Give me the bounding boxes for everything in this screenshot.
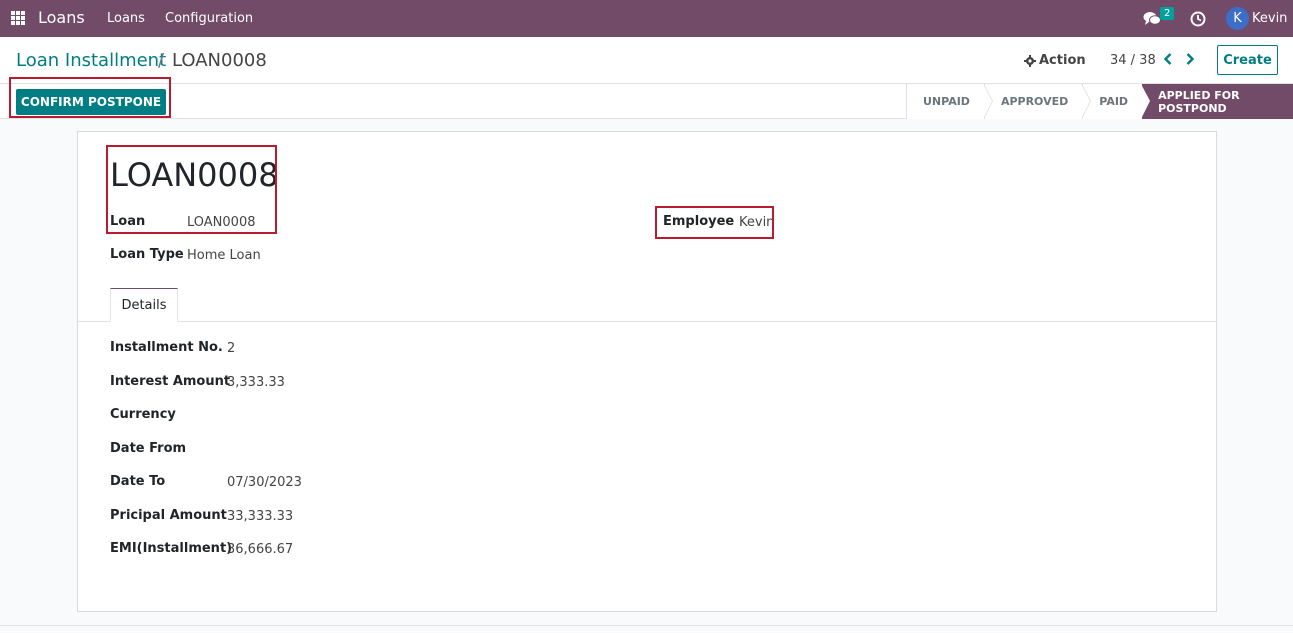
stage-label: UNPAID — [923, 95, 970, 108]
pager-value[interactable]: 34 / 38 — [1110, 53, 1156, 68]
loan-type-value[interactable]: Home Loan — [187, 248, 261, 263]
date-to-value: 07/30/2023 — [227, 475, 302, 490]
stage-approved[interactable]: APPROVED — [983, 84, 1092, 119]
chat-icon[interactable] — [1143, 11, 1161, 27]
action-label: Action — [1039, 53, 1086, 68]
highlight-box — [106, 145, 277, 234]
stage-label: PAID — [1099, 95, 1129, 108]
status-bar: UNPAID APPROVED PAID APPLIED FOR POSTPON… — [906, 84, 1293, 119]
tab-details[interactable]: Details — [110, 288, 178, 322]
page-bottom-divider — [0, 625, 1293, 626]
gear-icon — [1024, 54, 1036, 67]
installment-no-value: 2 — [227, 341, 236, 356]
apps-grid-icon[interactable] — [11, 11, 25, 25]
date-from-label: Date From — [110, 441, 187, 456]
menu-configuration[interactable]: Configuration — [165, 11, 253, 26]
clock-icon[interactable] — [1190, 11, 1206, 27]
top-navbar: Loans Loans Configuration 2 K Kevin — [0, 0, 1293, 37]
stage-unpaid[interactable]: UNPAID — [906, 84, 993, 119]
chevron-right-icon[interactable] — [1183, 51, 1197, 67]
breadcrumb-current: LOAN0008 — [172, 50, 267, 71]
installment-no-label: Installment No. — [110, 340, 223, 355]
create-button[interactable]: Create — [1217, 45, 1278, 75]
principal-amount-label: Pricipal Amount — [110, 508, 227, 523]
loan-type-label: Loan Type — [110, 247, 184, 262]
highlight-box — [9, 77, 171, 118]
stage-applied-for-postpond[interactable]: APPLIED FOR POSTPOND — [1142, 84, 1293, 119]
stage-label: APPROVED — [1000, 95, 1069, 108]
stage-label: APPLIED FOR POSTPOND — [1158, 88, 1240, 115]
user-name[interactable]: Kevin — [1252, 11, 1287, 26]
action-menu-button[interactable]: Action — [1024, 53, 1086, 68]
tab-divider — [78, 321, 1216, 322]
emi-value: 36,666.67 — [227, 542, 294, 557]
interest-amount-label: Interest Amount — [110, 374, 231, 389]
chevron-left-icon[interactable] — [1161, 51, 1175, 67]
app-name[interactable]: Loans — [38, 8, 85, 27]
breadcrumb-separator: / — [158, 50, 165, 71]
chat-count-badge: 2 — [1160, 7, 1175, 20]
menu-loans[interactable]: Loans — [107, 11, 145, 26]
interest-amount-value: 3,333.33 — [227, 375, 285, 390]
breadcrumb-parent-link[interactable]: Loan Installment — [16, 50, 166, 71]
date-to-label: Date To — [110, 474, 166, 489]
control-panel: Loan Installment / LOAN0008 Action 34 / … — [0, 37, 1293, 119]
principal-amount-value: 33,333.33 — [227, 509, 294, 524]
highlight-box — [655, 206, 774, 239]
emi-label: EMI(Installment) — [110, 541, 233, 556]
currency-label: Currency — [110, 407, 176, 422]
user-avatar[interactable]: K — [1226, 7, 1249, 30]
